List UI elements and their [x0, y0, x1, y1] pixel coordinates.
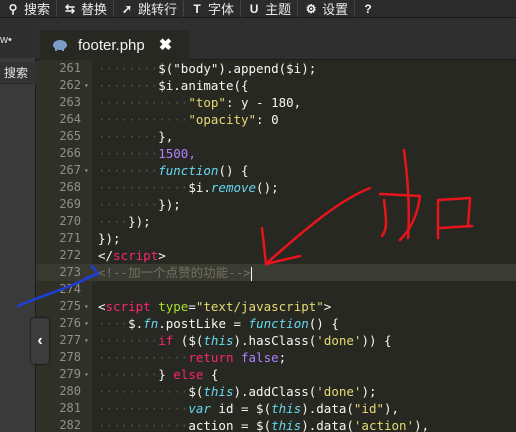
line-number: 271 [59, 231, 81, 245]
toolbar: ⚲ 搜索 ⇆ 替换 ➚ 跳转行 T 字体 U 主题 ⚙ 设置 ? [0, 0, 516, 18]
line-number: 279 [59, 367, 81, 381]
line-number-gutter: 261 262 ▾ 263 264 265 266 267 ▾ 268 269 270 271 272 27… [36, 60, 92, 432]
code-line-262: ········$i.animate({ [98, 78, 249, 93]
code-editor[interactable]: ········$("body").append($i); ········$i… [92, 60, 516, 432]
close-icon[interactable]: ✖ [159, 35, 172, 55]
code-line-268: ············$i.remove(); [98, 180, 279, 195]
font-label: 字体 [208, 2, 235, 17]
line-number: 280 [59, 384, 81, 398]
help-icon: ? [364, 1, 372, 16]
code-line-267: ········function() { [98, 163, 249, 178]
goto-line-button[interactable]: ➚ 跳转行 [114, 0, 183, 18]
line-number: 281 [59, 401, 81, 415]
replace-icon: ⇆ [64, 1, 76, 16]
goto-line-icon: ➚ [122, 1, 133, 16]
search-icon: ⚲ [8, 1, 18, 16]
line-number: 261 [59, 61, 81, 75]
line-number: 264 [59, 112, 81, 126]
fold-toggle-icon[interactable]: ▾ [84, 315, 92, 332]
line-number: 266 [59, 146, 81, 160]
settings-label: 设置 [322, 2, 349, 17]
sidebar-collapse-button[interactable]: ‹ [31, 318, 49, 364]
goto-line-label: 跳转行 [138, 2, 178, 17]
line-number: 282 [59, 418, 81, 432]
left-search-button[interactable]: 搜索 [0, 62, 36, 84]
settings-button[interactable]: ⚙ 设置 [298, 0, 354, 18]
tab-bar: footer.php ✖ [36, 18, 516, 60]
code-line-265: ········}, [98, 129, 174, 144]
left-panel-header: w• [0, 18, 36, 58]
code-line-261: ········$("body").append($i); [98, 61, 317, 76]
line-number: 275 [59, 299, 81, 313]
fold-toggle-icon[interactable]: ▾ [84, 162, 92, 179]
code-line-264: ············"opacity": 0 [98, 112, 279, 127]
line-number: 272 [59, 248, 81, 262]
code-line-269: ········}); [98, 197, 181, 212]
line-number: 270 [59, 214, 81, 228]
code-line-276: ····$.fn.postLike = function() { [98, 316, 339, 331]
line-number: 273 [59, 265, 81, 279]
help-button[interactable]: ? [355, 0, 385, 17]
code-line-279: ········} else { [98, 367, 219, 382]
left-panel-truncated-text: w• [0, 34, 12, 46]
replace-label: 替换 [81, 2, 108, 17]
theme-button[interactable]: U 主题 [241, 0, 297, 18]
theme-icon: U [249, 1, 259, 16]
code-line-263: ············"top": y - 180, [98, 95, 302, 110]
font-button[interactable]: T 字体 [184, 0, 240, 18]
fold-toggle-icon[interactable]: ▾ [84, 298, 92, 315]
code-line-272: </script> [98, 248, 166, 263]
code-line-278: ············return false; [98, 350, 287, 365]
code-line-282: ············action = $(this).data('actio… [98, 418, 430, 432]
line-number: 269 [59, 197, 81, 211]
fold-toggle-icon[interactable]: ▾ [84, 77, 92, 94]
code-line-273: <!--加一个点赞的功能--> [98, 265, 252, 281]
chevron-left-icon: ‹ [37, 332, 43, 349]
line-number: 265 [59, 129, 81, 143]
code-line-280: ············$(this).addClass('done'); [98, 384, 377, 399]
code-line-275: <script type="text/javascript"> [98, 299, 332, 314]
line-number: 268 [59, 180, 81, 194]
search-label: 搜索 [24, 2, 51, 17]
code-line-266: ········1500, [98, 146, 196, 161]
tab-footer-php[interactable]: footer.php ✖ [40, 30, 190, 60]
line-number: 274 [59, 282, 81, 296]
search-button[interactable]: ⚲ 搜索 [0, 0, 56, 18]
fold-toggle-icon[interactable]: ▾ [84, 332, 92, 349]
line-number: 267 [59, 163, 81, 177]
text-cursor [250, 266, 252, 281]
line-number: 263 [59, 95, 81, 109]
font-icon: T [193, 1, 201, 16]
gear-icon: ⚙ [305, 1, 317, 16]
line-number: 262 [59, 78, 81, 92]
code-line-281: ············var id = $(this).data("id"), [98, 401, 400, 416]
php-elephant-icon [53, 40, 67, 51]
theme-label: 主题 [265, 2, 292, 17]
replace-button[interactable]: ⇆ 替换 [57, 0, 113, 18]
tab-filename: footer.php [78, 36, 145, 54]
fold-toggle-icon[interactable]: ▾ [84, 366, 92, 383]
code-line-277: ········if ($(this).hasClass('done')) { [98, 333, 392, 348]
code-line-271: }); [98, 231, 121, 246]
code-line-270: ····}); [98, 214, 151, 229]
